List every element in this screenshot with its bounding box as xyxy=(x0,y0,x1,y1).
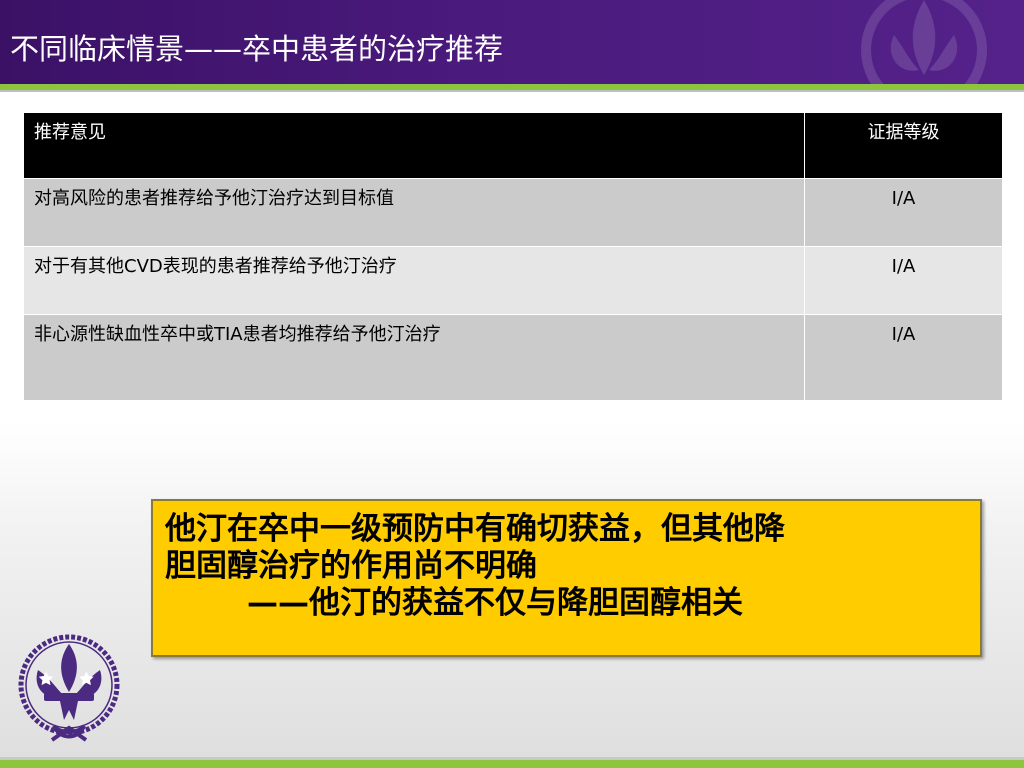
callout-line-3: ——他汀的获益不仅与降胆固醇相关 xyxy=(247,585,743,621)
recommendation-cell: 非心源性缺血性卒中或TIA患者均推荐给予他汀治疗 xyxy=(23,314,805,401)
key-message-callout: 他汀在卒中一级预防中有确切获益，但其他降 胆固醇治疗的作用尚不明确 ——他汀的获… xyxy=(151,499,982,657)
footer-divider-green xyxy=(0,760,1024,768)
evidence-grade-cell: Ⅰ/A xyxy=(804,314,1003,401)
evidence-grade-cell: Ⅰ/A xyxy=(804,246,1003,315)
slide-title: 不同临床情景——卒中患者的治疗推荐 xyxy=(10,32,504,66)
callout-line-1: 他汀在卒中一级预防中有确切获益，但其他降 xyxy=(165,511,785,547)
table-row: 非心源性缺血性卒中或TIA患者均推荐给予他汀治疗 Ⅰ/A xyxy=(23,314,1003,401)
fleur-de-lis-watermark-icon xyxy=(861,0,987,84)
table-row: 对于有其他CVD表现的患者推荐给予他汀治疗 Ⅰ/A xyxy=(23,246,1003,315)
title-bar: 不同临床情景——卒中患者的治疗推荐 xyxy=(0,0,1024,84)
recommendation-cell: 对高风险的患者推荐给予他汀治疗达到目标值 xyxy=(23,178,805,247)
table-row: 对高风险的患者推荐给予他汀治疗达到目标值 Ⅰ/A xyxy=(23,178,1003,247)
column-header-evidence-grade: 证据等级 xyxy=(804,112,1003,179)
callout-line-2: 胆固醇治疗的作用尚不明确 xyxy=(165,548,537,584)
recommendation-table: 推荐意见 证据等级 对高风险的患者推荐给予他汀治疗达到目标值 Ⅰ/A 对于有其他… xyxy=(23,112,1003,401)
recommendation-cell: 对于有其他CVD表现的患者推荐给予他汀治疗 xyxy=(23,246,805,315)
table-header-row: 推荐意见 证据等级 xyxy=(23,112,1003,179)
fleur-de-lis-emblem-icon xyxy=(18,634,120,742)
title-divider-gray xyxy=(0,90,1024,92)
evidence-grade-cell: Ⅰ/A xyxy=(804,178,1003,247)
column-header-recommendation: 推荐意见 xyxy=(23,112,805,179)
